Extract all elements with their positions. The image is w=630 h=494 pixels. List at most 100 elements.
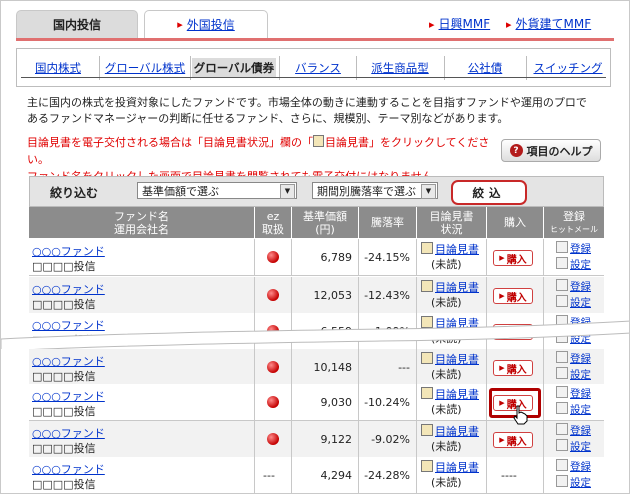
- buy-button[interactable]: ▶購入: [493, 288, 533, 304]
- col-prospectus: 目論見書 状況: [417, 207, 487, 238]
- help-button[interactable]: ? 項目のヘルプ: [501, 139, 601, 162]
- buy-cell: ▶購入: [487, 349, 544, 385]
- tab-global-bond[interactable]: グローバル債券: [192, 58, 276, 78]
- tab-switching[interactable]: スイッチング: [530, 58, 606, 78]
- fund-name-link[interactable]: ○○○ファンド: [32, 353, 105, 369]
- ez-cell: [255, 239, 292, 275]
- buy-button-label: 購入: [506, 364, 527, 376]
- col-register: 登録 ヒットメール: [544, 207, 604, 238]
- nav-value: 6,789: [320, 251, 353, 264]
- register-link[interactable]: 登録: [570, 425, 591, 437]
- tab-derivatives[interactable]: 派生商品型: [360, 58, 440, 78]
- return-filter-select[interactable]: 期間別騰落率で選ぶ ▼: [312, 182, 438, 199]
- header-prospectus: 目論見書: [429, 209, 474, 223]
- col-ez: ez 取扱: [255, 207, 292, 238]
- prospectus-cell: 目論見書 (未読): [417, 239, 487, 275]
- prospectus-cell: 目論見書 (未読): [417, 457, 487, 493]
- fund-name-link[interactable]: ○○○ファンド: [32, 425, 105, 441]
- play-icon: ▶: [499, 364, 505, 372]
- buy-button[interactable]: ▶購入: [493, 432, 533, 448]
- tab-domestic-funds[interactable]: 国内投信: [16, 10, 138, 38]
- nav-cell: 9,030: [292, 384, 359, 420]
- register-icon: [556, 423, 568, 435]
- settings-icon: [556, 367, 568, 379]
- notice-text: 目論見書を電子交付される場合は「目論見書状況」欄の「: [27, 136, 313, 149]
- prospectus-link[interactable]: 目論見書: [435, 243, 479, 256]
- register-links: 登録 設定: [556, 423, 591, 455]
- col-change: 騰落率: [359, 207, 417, 238]
- settings-link[interactable]: 設定: [570, 259, 591, 271]
- prospectus-link[interactable]: 目論見書: [435, 353, 479, 366]
- header-change: 騰落率: [371, 216, 404, 229]
- buy-button-label: 購入: [506, 254, 527, 266]
- book-icon: [421, 387, 433, 399]
- link-foreign-mmf[interactable]: ▸ 外貨建てMMF: [506, 15, 591, 32]
- ez-available-icon: [267, 289, 279, 301]
- nav-filter-value: 基準価額で選ぶ: [142, 185, 219, 198]
- prospectus-link[interactable]: 目論見書: [435, 461, 479, 474]
- table-row: ○○○ファンド □□□□投信 12,053 -12.43% 目論見書 (未読) ▶ 購入 登録設…: [29, 277, 604, 314]
- prospectus-info: 目論見書 (未読): [421, 280, 479, 310]
- buy-button[interactable]: ▶購入: [493, 250, 533, 266]
- tab-underline: [21, 77, 606, 78]
- prospectus-status: (未読): [431, 296, 462, 309]
- settings-link[interactable]: 設定: [570, 297, 591, 309]
- buy-cell: ▶購入: [487, 239, 544, 275]
- settings-icon: [556, 257, 568, 269]
- play-icon: ▶: [499, 254, 505, 262]
- tab-global-equity[interactable]: グローバル株式: [103, 58, 187, 78]
- fund-name-link[interactable]: ○○○ファンド: [32, 388, 105, 404]
- fund-name-link[interactable]: ○○○ファンド: [32, 281, 105, 297]
- buy-cell: ▶購入: [487, 421, 544, 457]
- fund-table-header: ファンド名 運用会社名 ez 取扱 基準価額 (円) 騰落率 目論見書 状況 購…: [29, 207, 604, 238]
- chevron-down-icon: ▼: [280, 184, 295, 199]
- tab-domestic-equity[interactable]: 国内株式: [21, 58, 95, 78]
- register-icon: [556, 279, 568, 291]
- fund-cell: ○○○ファンド□□□□投信: [29, 277, 255, 313]
- return-filter-value: 期間別騰落率で選ぶ: [317, 185, 416, 198]
- header-ez-handling: 取扱: [262, 222, 284, 236]
- change-cell: -12.43%: [359, 277, 417, 313]
- book-icon: [421, 460, 433, 472]
- register-link[interactable]: 登録: [570, 243, 591, 255]
- register-link[interactable]: 登録: [570, 353, 591, 365]
- tab-balance[interactable]: バランス: [283, 58, 353, 78]
- register-links: 登録 設定: [556, 386, 591, 418]
- nav-filter-select[interactable]: 基準価額で選ぶ ▼: [137, 182, 297, 199]
- tab-public-bonds[interactable]: 公社債: [448, 58, 522, 78]
- settings-link[interactable]: 設定: [570, 477, 591, 489]
- header-company: 運用会社名: [114, 222, 169, 236]
- prospectus-status: (未読): [431, 476, 462, 489]
- register-icon: [556, 351, 568, 363]
- table-row: ○○○ファンド □□□□投信 --- 4,294 -24.28% 目論見書 (未読) ----…: [29, 457, 604, 493]
- link-nikko-mmf[interactable]: ▸ 日興MMF: [429, 15, 490, 32]
- settings-link[interactable]: 設定: [570, 404, 591, 416]
- chevron-down-icon: ▼: [421, 184, 436, 199]
- fund-name-link[interactable]: ○○○ファンド: [32, 243, 105, 259]
- book-icon: [421, 424, 433, 436]
- register-link[interactable]: 登録: [570, 461, 591, 473]
- buy-button[interactable]: ▶購入: [493, 360, 533, 376]
- prospectus-status: (未読): [431, 258, 462, 271]
- change-cell: -24.28%: [359, 457, 417, 493]
- fund-name-link[interactable]: ○○○ファンド: [32, 461, 105, 477]
- prospectus-link[interactable]: 目論見書: [435, 388, 479, 401]
- filter-bar: 絞り込む 基準価額で選ぶ ▼ 期間別騰落率で選ぶ ▼ 絞込: [29, 176, 604, 207]
- settings-link[interactable]: 設定: [570, 441, 591, 453]
- narrow-button[interactable]: 絞込: [451, 180, 527, 205]
- help-button-label: 項目のヘルプ: [526, 144, 593, 158]
- settings-icon: [556, 439, 568, 451]
- prospectus-status: (未読): [431, 440, 462, 453]
- register-link[interactable]: 登録: [570, 281, 591, 293]
- register-cell: 登録 設定: [544, 457, 604, 493]
- register-icon: [556, 241, 568, 253]
- register-icon: [556, 459, 568, 471]
- tab-foreign-funds[interactable]: ▸ 外国投信: [144, 10, 268, 38]
- prospectus-cell: 目論見書 (未読): [417, 384, 487, 420]
- register-link[interactable]: 登録: [570, 388, 591, 400]
- change-cell: ---: [359, 349, 417, 385]
- fund-cell: ○○○ファンド□□□□投信: [29, 239, 255, 275]
- settings-link[interactable]: 設定: [570, 369, 591, 381]
- prospectus-link[interactable]: 目論見書: [435, 281, 479, 294]
- prospectus-link[interactable]: 目論見書: [435, 425, 479, 438]
